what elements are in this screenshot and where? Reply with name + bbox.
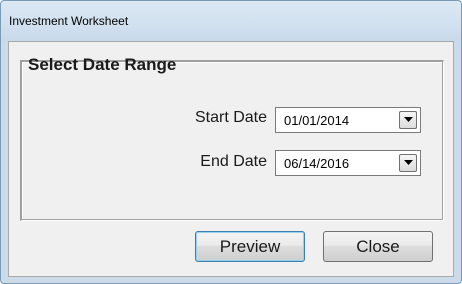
preview-button[interactable]: Preview <box>195 231 305 262</box>
group-title: Select Date Range <box>28 55 177 74</box>
title-bar[interactable]: Investment Worksheet <box>1 1 461 41</box>
start-date-label: Start Date <box>194 109 267 126</box>
chevron-down-icon <box>404 117 413 122</box>
end-date-label: End Date <box>200 153 267 170</box>
chevron-down-icon <box>404 160 413 165</box>
end-date-value: 06/14/2016 <box>284 156 350 171</box>
dialog-body: Select Date Range Start Date 01/01/2014 … <box>8 41 454 277</box>
date-range-group <box>20 60 444 221</box>
close-button[interactable]: Close <box>323 231 433 262</box>
dialog-window: Investment Worksheet Select Date Range S… <box>0 0 462 284</box>
start-date-dropdown-button[interactable] <box>399 111 417 129</box>
start-date-dropdown[interactable]: 01/01/2014 <box>275 107 421 133</box>
end-date-dropdown-button[interactable] <box>399 154 417 172</box>
window-title: Investment Worksheet <box>9 14 129 28</box>
start-date-value: 01/01/2014 <box>284 113 350 128</box>
end-date-dropdown[interactable]: 06/14/2016 <box>275 150 421 176</box>
